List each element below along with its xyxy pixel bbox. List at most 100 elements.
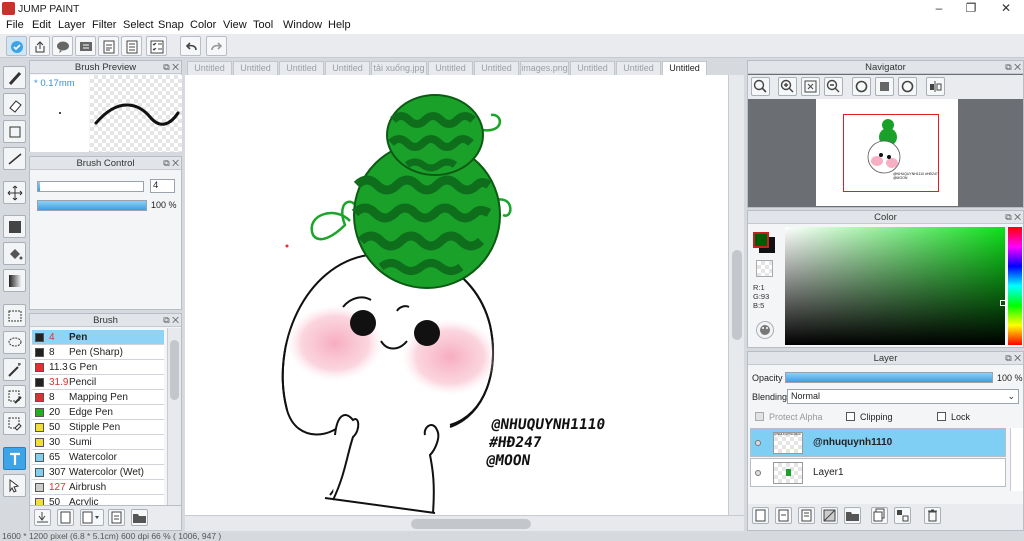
brush-item[interactable]: 50 Stipple Pen	[32, 420, 164, 435]
page-icon[interactable]	[98, 36, 119, 56]
document-tab[interactable]: Untitled	[325, 61, 370, 75]
duplicate-layer-icon[interactable]	[871, 507, 888, 524]
brush-import-icon[interactable]	[34, 509, 51, 526]
menu-color[interactable]: Color	[190, 19, 216, 31]
layer-row[interactable]: @NHUQUYNH1110 @nhuquynh1110	[750, 428, 1006, 457]
move-tool-icon[interactable]	[3, 181, 26, 204]
brush-item[interactable]: 8 Mapping Pen	[32, 390, 164, 405]
clipping-checkbox[interactable]	[846, 412, 855, 421]
brush-opacity-slider[interactable]	[37, 200, 147, 211]
checklist-icon[interactable]	[146, 36, 167, 56]
document-tab[interactable]: Untitled	[616, 61, 661, 75]
undo-icon[interactable]	[180, 36, 201, 56]
merge-layer-icon[interactable]	[894, 507, 911, 524]
brush-item[interactable]: 11.3 G Pen	[32, 360, 164, 375]
brush-item[interactable]: 30 Sumi	[32, 435, 164, 450]
brush-menu-icon[interactable]	[80, 509, 104, 526]
comment-box-icon[interactable]	[75, 36, 96, 56]
menu-filter[interactable]: Filter	[92, 19, 116, 31]
bucket-tool-icon[interactable]	[3, 242, 26, 265]
panel-float-close-icon[interactable]: ⧉ ✕	[1005, 353, 1021, 364]
protect-alpha-checkbox[interactable]	[755, 412, 764, 421]
document-tab[interactable]: images.png	[520, 61, 569, 75]
rectangle-tool-icon[interactable]	[3, 120, 26, 143]
color-picker-cursor[interactable]	[1000, 300, 1006, 306]
rotate-reset-icon[interactable]	[875, 77, 894, 96]
brush-tool-icon[interactable]	[3, 66, 26, 89]
saturation-value-picker[interactable]	[785, 227, 1006, 345]
panel-float-close-icon[interactable]: ⧉ ✕	[163, 62, 179, 73]
speech-bubble-icon[interactable]	[52, 36, 73, 56]
zoom-plus-icon[interactable]	[778, 77, 797, 96]
document-tab[interactable]: Untitled	[662, 61, 707, 75]
redo-icon[interactable]	[206, 36, 227, 56]
menu-layer[interactable]: Layer	[58, 19, 86, 31]
canvas-vertical-scrollbar[interactable]	[728, 75, 744, 515]
menu-window[interactable]: Window	[283, 19, 322, 31]
foreground-color-swatch[interactable]	[753, 232, 769, 248]
layer-folder-icon[interactable]	[844, 507, 861, 524]
document-tab[interactable]: Untitled	[233, 61, 278, 75]
brush-item[interactable]: 307 Watercolor (Wet)	[32, 465, 164, 480]
document-tab[interactable]: Untitled	[279, 61, 324, 75]
palette-icon[interactable]	[756, 321, 774, 339]
new-brush-icon[interactable]	[57, 509, 74, 526]
brush-settings-icon[interactable]	[108, 509, 125, 526]
flip-icon[interactable]	[926, 77, 945, 96]
eraser-tool-icon[interactable]	[3, 93, 26, 116]
layer-visibility-icon[interactable]	[755, 440, 761, 446]
layer-copy-icon[interactable]	[798, 507, 815, 524]
magic-wand-tool-icon[interactable]	[3, 358, 26, 381]
rotate-left-icon[interactable]	[852, 77, 871, 96]
panel-float-close-icon[interactable]: ⧉ ✕	[1005, 212, 1021, 223]
brush-item[interactable]: 127 Airbrush	[32, 480, 164, 495]
brush-size-input[interactable]: 4	[150, 179, 175, 193]
menu-tool[interactable]: Tool	[253, 19, 273, 31]
brush-list-scrollbar[interactable]	[167, 328, 181, 508]
document-tab[interactable]: Untitled	[570, 61, 615, 75]
brush-item[interactable]: 20 Edge Pen	[32, 405, 164, 420]
document-tab[interactable]: Untitled	[428, 61, 473, 75]
panel-float-close-icon[interactable]: ⧉ ✕	[163, 158, 179, 169]
export-icon[interactable]	[29, 36, 50, 56]
new-layer-icon[interactable]	[752, 507, 769, 524]
layer-list-scrollbar[interactable]	[1010, 428, 1023, 491]
brush-item[interactable]: 65 Watercolor	[32, 450, 164, 465]
hue-slider[interactable]	[1008, 227, 1022, 345]
text-tool-icon[interactable]	[3, 447, 26, 470]
document-tab[interactable]: Untitled	[187, 61, 232, 75]
menu-snap[interactable]: Snap	[158, 19, 184, 31]
menu-view[interactable]: View	[223, 19, 247, 31]
navigator-thumbnail[interactable]: @NHUQUYNH1110 #HĐ247 @MOON	[816, 99, 958, 206]
notes-icon[interactable]	[121, 36, 142, 56]
lock-checkbox[interactable]	[937, 412, 946, 421]
document-tab[interactable]: tải xuống.jpg	[371, 61, 427, 75]
panel-float-close-icon[interactable]: ⧉ ✕	[1005, 62, 1021, 73]
menu-file[interactable]: File	[6, 19, 24, 31]
select-pen-tool-icon[interactable]	[3, 385, 26, 408]
rect-select-tool-icon[interactable]	[3, 304, 26, 327]
drawing-canvas[interactable]: @NHUQUYNH1110 #HĐ247 @MOON	[185, 75, 728, 515]
menu-edit[interactable]: Edit	[32, 19, 51, 31]
fill-rect-tool-icon[interactable]	[3, 215, 26, 238]
select-eraser-tool-icon[interactable]	[3, 412, 26, 435]
menu-select[interactable]: Select	[123, 19, 154, 31]
zoom-minus-icon[interactable]	[824, 77, 843, 96]
layer-opacity-slider[interactable]	[785, 372, 993, 383]
lasso-tool-icon[interactable]	[3, 331, 26, 354]
brush-folder-icon[interactable]	[131, 509, 148, 526]
new-layer-plus-icon[interactable]	[775, 507, 792, 524]
minimize-button[interactable]: –	[925, 1, 953, 16]
brush-item[interactable]: 31.9 Pencil	[32, 375, 164, 390]
brush-item[interactable]: 4 Pen	[32, 330, 164, 345]
rotate-right-icon[interactable]	[898, 77, 917, 96]
close-button[interactable]: ✕	[992, 1, 1020, 16]
maximize-button[interactable]: ❐	[957, 1, 985, 16]
tone-layer-icon[interactable]	[821, 507, 838, 524]
document-tab[interactable]: Untitled	[474, 61, 519, 75]
menu-help[interactable]: Help	[328, 19, 351, 31]
panel-float-close-icon[interactable]: ⧉ ✕	[163, 315, 179, 326]
layer-visibility-icon[interactable]	[755, 470, 761, 476]
brush-size-slider[interactable]	[37, 181, 144, 192]
gradient-tool-icon[interactable]	[3, 269, 26, 292]
